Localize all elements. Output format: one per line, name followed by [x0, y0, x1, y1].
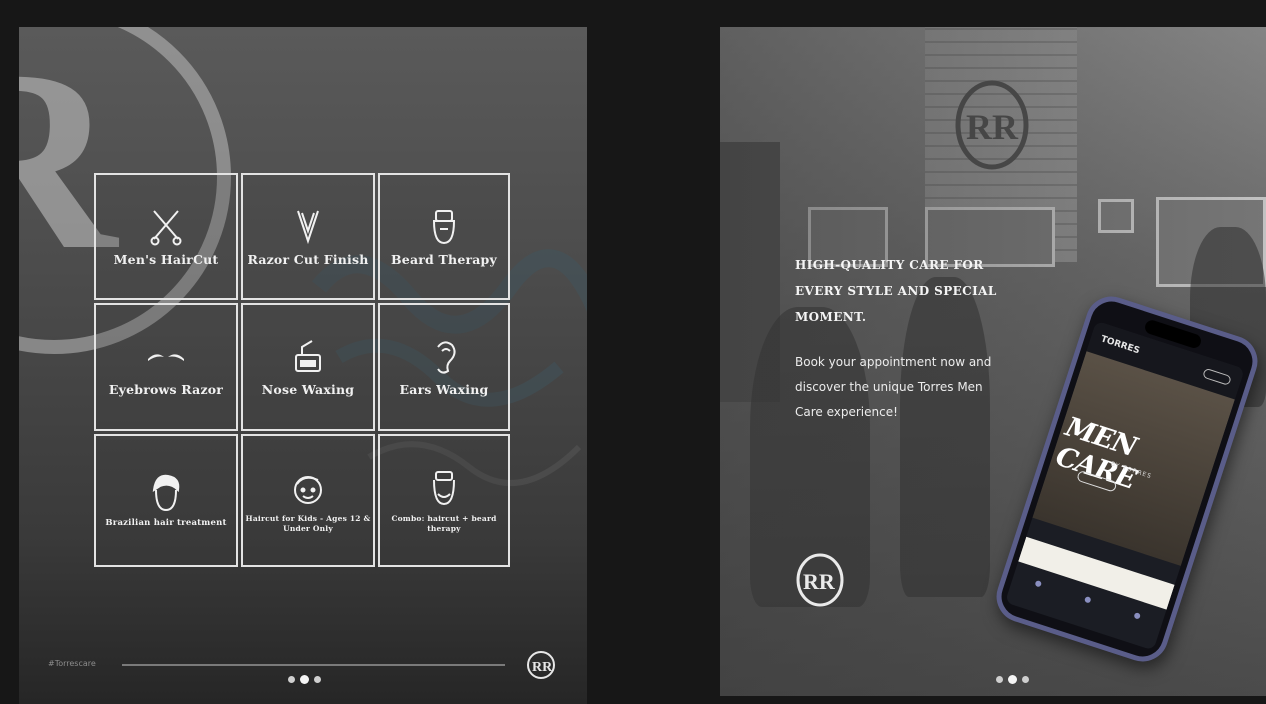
scissors-comb-icon: [150, 209, 182, 245]
carousel-indicator[interactable]: [996, 675, 1029, 684]
straight-razor-icon: [297, 210, 319, 244]
carousel-dot-active[interactable]: [300, 675, 309, 684]
booking-body: Book your appointment now and discover t…: [795, 355, 992, 419]
service-beard-therapy[interactable]: Beard Therapy: [378, 173, 510, 300]
booking-headline: HIGH-QUALITY CARE FOR EVERY STYLE AND SP…: [795, 258, 997, 324]
svg-text:RR: RR: [532, 660, 553, 675]
service-label: Razor Cut Finish: [247, 251, 369, 267]
service-label: Eyebrows Razor: [108, 382, 224, 397]
beard-icon: [432, 209, 456, 244]
service-ears-waxing[interactable]: Ears Waxing: [378, 303, 510, 431]
kid-face-icon: [294, 475, 322, 504]
service-label: Beard Therapy: [391, 251, 497, 267]
services-grid: Men's HairCut Razor Cut Finish Beard The…: [94, 173, 510, 567]
carousel-dot-active[interactable]: [1008, 675, 1017, 684]
phone-brand: TORRES: [1099, 334, 1141, 357]
ear-icon: [437, 341, 456, 374]
service-label: Brazilian hair treatment: [105, 518, 227, 528]
carousel-dot[interactable]: [996, 676, 1003, 683]
service-label: Ears Waxing: [399, 382, 489, 397]
phone-hero-title: MEN CARE: [1051, 411, 1140, 496]
carousel-dot[interactable]: [1022, 676, 1029, 683]
service-eyebrows-razor[interactable]: Eyebrows Razor: [94, 303, 238, 431]
brand-logo-icon: RR: [796, 553, 844, 607]
service-nose-waxing[interactable]: Nose Waxing: [241, 303, 375, 431]
service-label: Haircut for Kids - Ages 12 & Under Only: [245, 513, 371, 533]
hashtag-label: #Torrescare: [48, 659, 96, 668]
service-razor-cut-finish[interactable]: Razor Cut Finish: [241, 173, 375, 300]
brand-logo-icon: RR: [527, 651, 555, 679]
carousel-dot[interactable]: [314, 676, 321, 683]
carousel-dot[interactable]: [288, 676, 295, 683]
service-label: Nose Waxing: [261, 382, 355, 397]
service-brazilian-hair-treatment[interactable]: Brazilian hair treatment: [94, 434, 238, 567]
carousel-indicator[interactable]: [288, 675, 321, 684]
footer-divider: [122, 664, 505, 666]
service-combo[interactable]: Combo: haircut + beard therapy: [378, 434, 510, 567]
wax-pot-icon: [295, 340, 321, 372]
service-kids-haircut[interactable]: Haircut for Kids - Ages 12 & Under Only: [241, 434, 375, 567]
service-mens-haircut[interactable]: Men's HairCut: [94, 173, 238, 300]
eyebrows-icon: [148, 354, 184, 361]
booking-card[interactable]: RR HIGH-QUALITY CARE FOR EVERY STYLE AND…: [720, 27, 1266, 696]
services-card[interactable]: R Men's HairCut Razor Cut Finish Beard T…: [19, 27, 587, 704]
service-label: Combo: haircut + beard therapy: [391, 513, 497, 533]
combo-face-icon: [433, 470, 455, 505]
phone-nav-button: [1202, 367, 1232, 386]
hair-head-icon: [152, 474, 180, 512]
service-label: Men's HairCut: [113, 251, 219, 267]
svg-text:RR: RR: [803, 569, 836, 594]
